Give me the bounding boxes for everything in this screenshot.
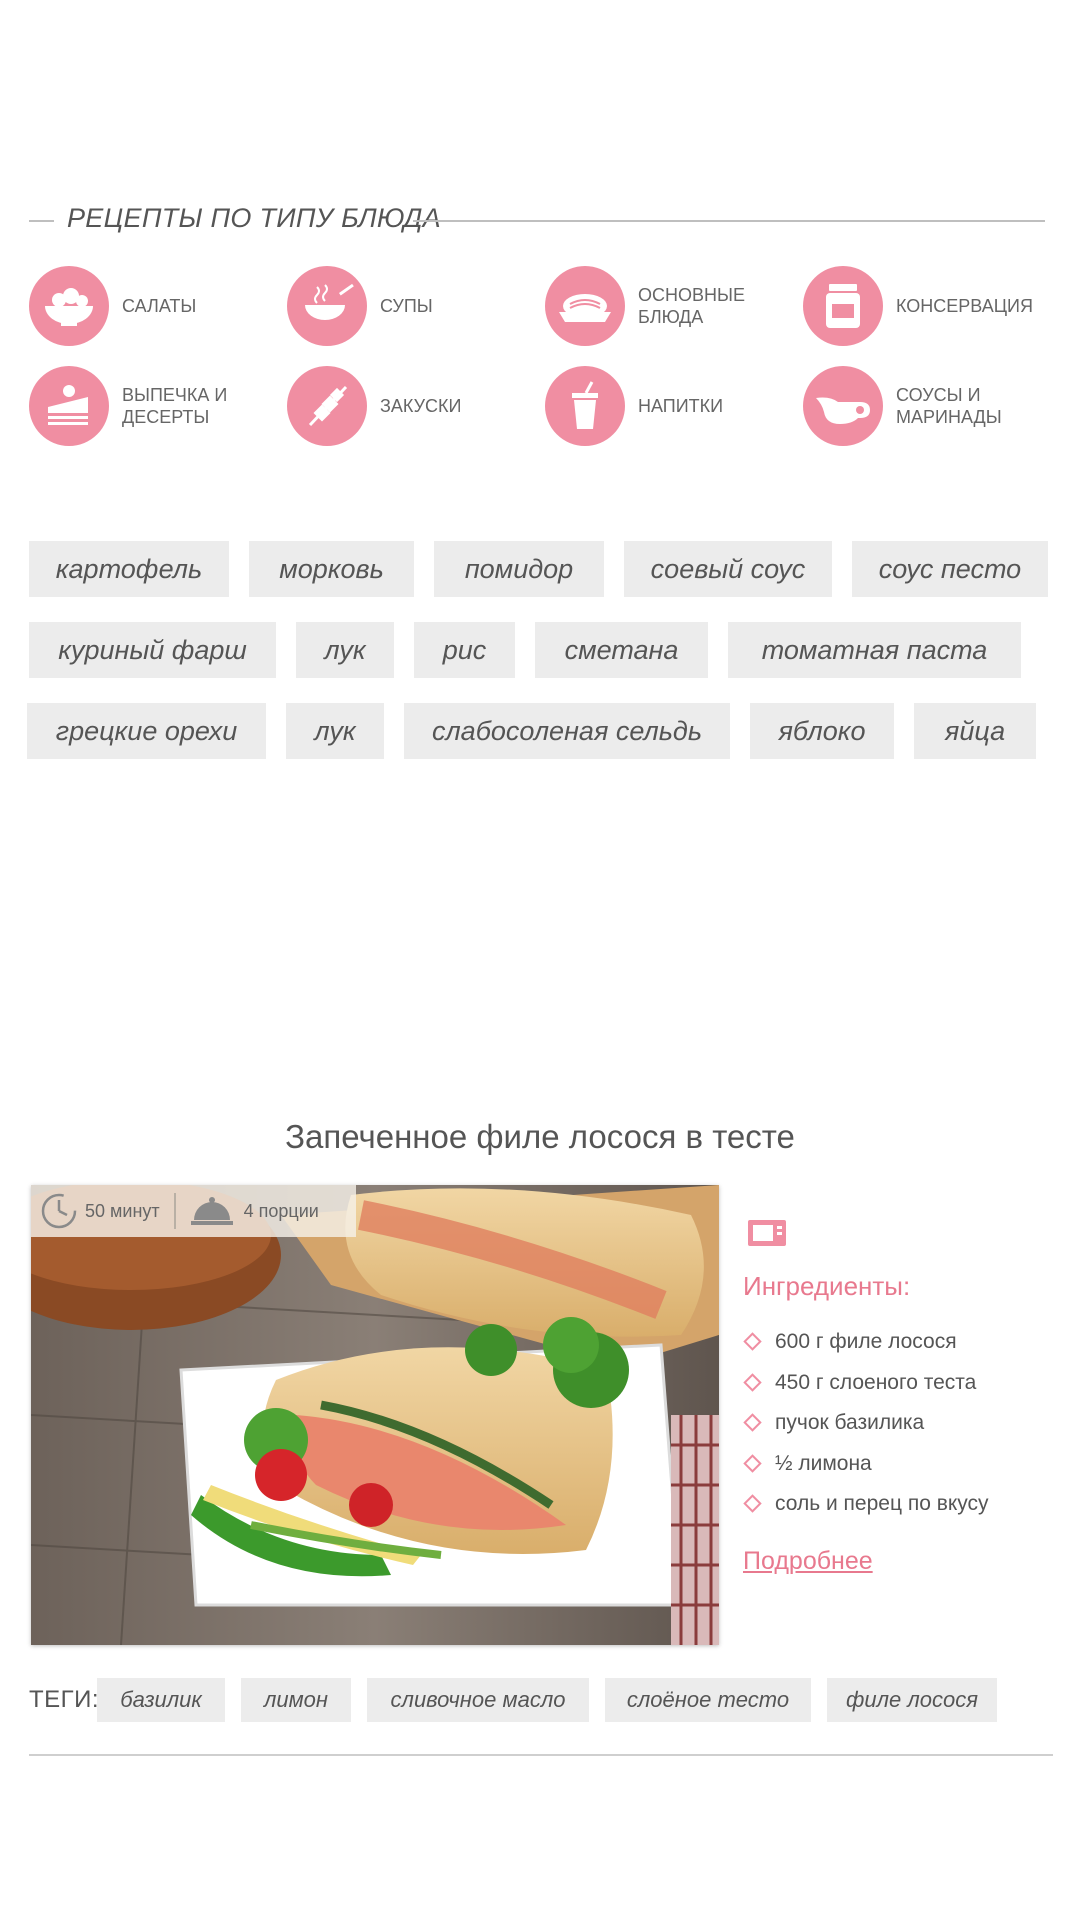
ingredient-text: ½ лимона <box>775 1451 872 1475</box>
ingredients-list: 600 г филе лосося 450 г слоеного теста п… <box>743 1327 989 1530</box>
category-soups[interactable]: СУПЫ <box>287 266 542 346</box>
recipe-meta-bar: 50 минут 4 порции <box>31 1185 356 1237</box>
diamond-bullet-icon <box>743 1453 762 1473</box>
recipe-photo[interactable]: 50 минут 4 порции <box>31 1185 719 1645</box>
ingredient-text: пучок базилика <box>775 1411 925 1434</box>
category-snacks[interactable]: ЗАКУСКИ <box>287 366 542 446</box>
section-title: РЕЦЕПТЫ ПО ТИПУ БЛЮДА <box>67 203 441 233</box>
skewer-icon <box>287 366 367 446</box>
microwave-icon <box>748 1220 786 1246</box>
jar-icon <box>803 266 883 346</box>
chip-item[interactable]: лук <box>286 703 384 759</box>
ingredient-item: соль и перец по вкусу <box>743 1489 989 1530</box>
drink-cup-icon <box>545 366 625 446</box>
chip-item[interactable]: рис <box>414 622 515 678</box>
salad-bowl-icon <box>29 266 109 346</box>
salmon-dish-photo <box>31 1185 719 1645</box>
tags-label: ТЕГИ: <box>29 1686 100 1713</box>
category-drinks[interactable]: НАПИТКИ <box>545 366 800 446</box>
recipe-title[interactable]: Запеченное филе лосося в тесте <box>0 1118 1080 1156</box>
tag-item[interactable]: лимон <box>241 1678 351 1722</box>
diamond-bullet-icon <box>743 1332 762 1351</box>
category-main-dishes[interactable]: ОСНОВНЫЕ БЛЮДА <box>545 266 800 346</box>
category-sauces[interactable]: СОУСЫ И МАРИНАДЫ <box>803 366 1058 446</box>
ingredient-item: пучок базилика <box>743 1408 989 1449</box>
ingredient-item: 450 г слоеного теста <box>743 1368 989 1409</box>
diamond-bullet-icon <box>743 1372 762 1392</box>
more-link[interactable]: Подробнее <box>743 1547 873 1576</box>
chip-item[interactable]: яблоко <box>750 703 894 759</box>
diamond-bullet-icon <box>743 1494 762 1513</box>
ingredient-text: 450 г слоеного теста <box>775 1370 977 1394</box>
category-label: ЗАКУСКИ <box>380 396 462 416</box>
chip-item[interactable]: томатная паста <box>728 622 1021 678</box>
ingredient-item: ½ лимона <box>743 1449 989 1490</box>
ingredients-heading: Ингредиенты: <box>743 1271 911 1301</box>
chip-item[interactable]: соевый соус <box>624 541 832 597</box>
heading-dash <box>29 220 54 222</box>
chip-item[interactable]: морковь <box>249 541 414 597</box>
cake-icon <box>29 366 109 446</box>
main-dish-icon <box>545 266 625 346</box>
ingredient-text: соль и перец по вкусу <box>775 1492 989 1515</box>
category-label: СУПЫ <box>380 296 433 316</box>
category-preserves[interactable]: КОНСЕРВАЦИЯ <box>803 266 1058 346</box>
ingredient-text: 600 г филе лосося <box>775 1330 957 1353</box>
chip-item[interactable]: помидор <box>434 541 604 597</box>
cooking-time: 50 минут <box>85 1200 160 1221</box>
meta-separator <box>173 1193 176 1229</box>
tag-item[interactable]: сливочное масло <box>367 1678 589 1722</box>
tag-item[interactable]: слоёное тесто <box>605 1678 811 1722</box>
section-divider <box>29 1754 1053 1756</box>
chip-item[interactable]: яйца <box>914 703 1036 759</box>
category-label: ВЫПЕЧКА И ДЕСЕРТЫ <box>122 385 228 427</box>
tag-item[interactable]: базилик <box>97 1678 225 1722</box>
chip-item[interactable]: куриный фарш <box>29 622 276 678</box>
category-label: НАПИТКИ <box>638 396 724 416</box>
cloche-icon <box>190 1197 233 1225</box>
heading-rule <box>413 220 1045 222</box>
section-heading: РЕЦЕПТЫ ПО ТИПУ БЛЮДА <box>29 203 1045 237</box>
chip-item[interactable]: слабосоленая сельдь <box>404 703 730 759</box>
category-baking[interactable]: ВЫПЕЧКА И ДЕСЕРТЫ <box>29 366 284 446</box>
clock-icon <box>41 1193 77 1229</box>
chip-item[interactable]: соус песто <box>852 541 1048 597</box>
tag-item[interactable]: филе лосося <box>827 1678 997 1722</box>
category-label: САЛАТЫ <box>122 296 197 316</box>
category-salads[interactable]: САЛАТЫ <box>29 266 284 346</box>
category-grid: САЛАТЫ СУПЫ ОСНОВНЫЕ БЛЮДА КОНСЕРВАЦИЯ В… <box>29 266 1069 451</box>
chip-item[interactable]: картофель <box>29 541 229 597</box>
category-label: СОУСЫ И МАРИНАДЫ <box>896 385 1002 427</box>
portions: 4 порции <box>243 1200 319 1221</box>
diamond-bullet-icon <box>743 1413 762 1432</box>
ingredient-item: 600 г филе лосося <box>743 1327 989 1368</box>
chip-item[interactable]: сметана <box>535 622 708 678</box>
chip-item[interactable]: грецкие орехи <box>27 703 266 759</box>
chip-item[interactable]: лук <box>296 622 394 678</box>
gravy-boat-icon <box>803 366 883 446</box>
recipe-tags: ТЕГИ: базилик лимон сливочное масло слоё… <box>29 1678 1049 1722</box>
category-label: КОНСЕРВАЦИЯ <box>896 296 1033 316</box>
category-label: ОСНОВНЫЕ БЛЮДА <box>638 285 745 327</box>
soup-bowl-icon <box>287 266 367 346</box>
